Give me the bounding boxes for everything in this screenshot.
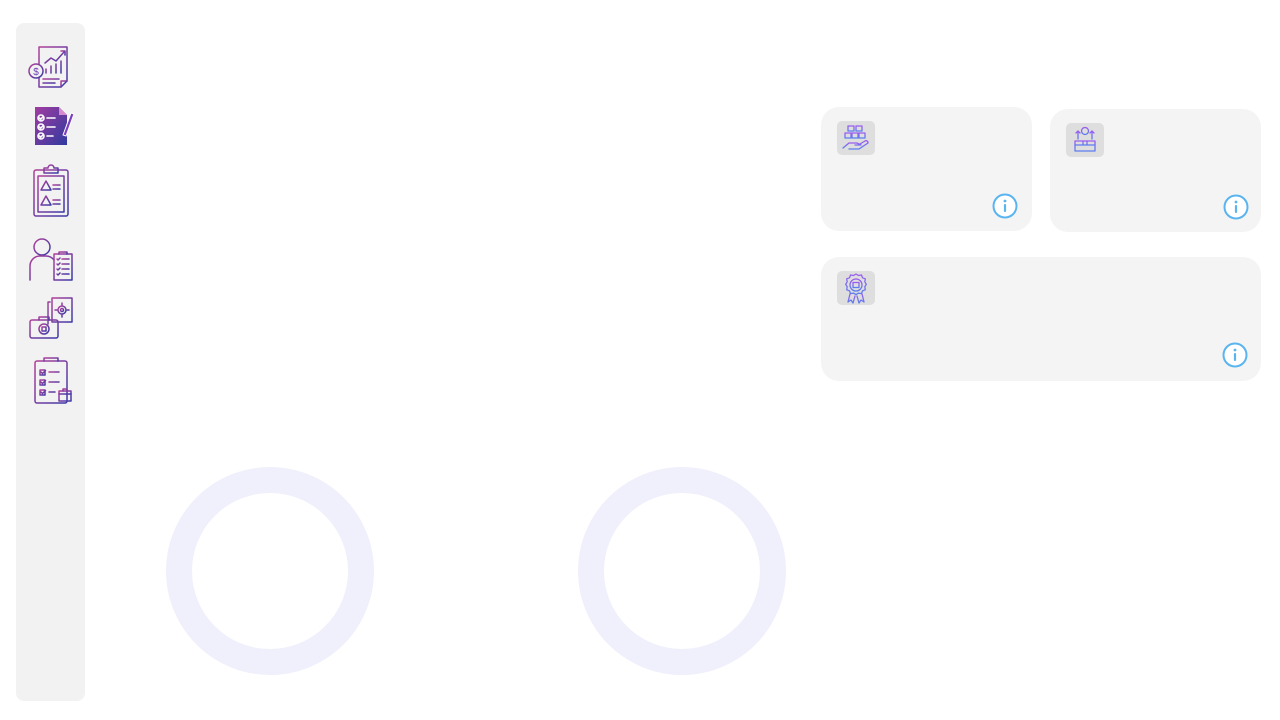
- sidebar-item-financial-report[interactable]: $: [22, 36, 80, 94]
- gauge-ring-right: [578, 467, 786, 675]
- card-icon-container: [837, 271, 875, 305]
- toolbox-settings-icon: [29, 297, 73, 339]
- dashboard-page: $: [0, 0, 1280, 720]
- checklist-edit-icon: [35, 107, 75, 145]
- product-growth-icon: [1074, 126, 1096, 152]
- info-icon: [1222, 342, 1248, 368]
- info-button[interactable]: [1222, 342, 1248, 368]
- sidebar-item-risk-clipboard[interactable]: [22, 161, 80, 219]
- sidebar-item-employee-checklist[interactable]: [22, 230, 80, 288]
- sidebar-item-inventory-checklist[interactable]: [22, 350, 80, 408]
- sidebar-item-checklist-edit[interactable]: [22, 96, 80, 154]
- financial-report-icon: $: [28, 46, 68, 88]
- quality-badge-icon: [845, 273, 867, 304]
- info-button[interactable]: [992, 193, 1018, 219]
- card-icon-container: [1066, 123, 1104, 157]
- risk-clipboard-icon: [33, 164, 69, 217]
- info-icon: [992, 193, 1018, 219]
- boxes-in-hand-icon: [842, 125, 869, 150]
- sidebar-item-toolbox-settings[interactable]: [22, 290, 80, 348]
- info-icon: [1223, 194, 1249, 220]
- card-icon-container: [837, 121, 875, 155]
- inventory-checklist-icon: [34, 357, 72, 404]
- gauge-ring-left: [166, 467, 374, 675]
- metric-card-quality: [821, 257, 1261, 381]
- sidebar: $: [16, 23, 85, 701]
- svg-text:$: $: [33, 67, 39, 78]
- info-button[interactable]: [1223, 194, 1249, 220]
- metric-card-product-growth: [1050, 109, 1261, 232]
- employee-checklist-icon: [29, 238, 73, 281]
- metric-card-inventory: [821, 107, 1032, 231]
